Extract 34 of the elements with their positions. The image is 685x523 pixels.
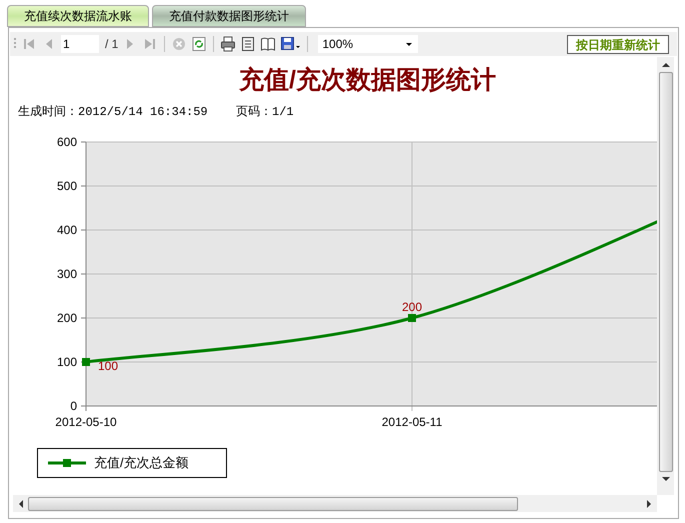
tab[interactable]: 充值续次数据流水账: [7, 5, 149, 27]
axis-label: 400: [56, 223, 77, 237]
scroll-thumb[interactable]: [658, 72, 672, 472]
data-label: 200: [402, 300, 422, 314]
tab[interactable]: 充值付款数据图形统计: [152, 5, 306, 27]
page-info: 页码：1/1: [236, 104, 294, 121]
save-icon[interactable]: [280, 36, 302, 52]
refresh-icon[interactable]: [191, 36, 208, 52]
regenerate-button[interactable]: 按日期重新统计: [567, 34, 669, 54]
scroll-right-icon[interactable]: [647, 500, 652, 508]
scroll-left-icon[interactable]: [18, 500, 23, 508]
legend-label: 充值/充次总金额: [94, 454, 189, 472]
axis-label: 0: [70, 399, 77, 413]
scroll-thumb[interactable]: [28, 496, 518, 510]
axis-label: 200: [56, 311, 77, 325]
page-setup-icon[interactable]: [240, 36, 256, 52]
scroll-up-icon[interactable]: [662, 62, 670, 67]
book-icon[interactable]: [260, 36, 276, 52]
axis-label: 600: [56, 135, 77, 149]
axis-label: 100: [56, 355, 77, 369]
data-label: 100: [98, 359, 118, 373]
axis-label: 500: [56, 179, 77, 193]
page-number-field[interactable]: 1: [61, 35, 99, 53]
axis-label: 300: [56, 267, 77, 281]
data-point: [82, 358, 90, 366]
axis-label: 2012-05-11: [382, 415, 442, 429]
report-title: 充值/充次数据图形统计: [239, 65, 496, 96]
page-count: / 1: [105, 36, 118, 53]
scroll-down-icon[interactable]: [662, 477, 670, 482]
data-point: [408, 314, 416, 322]
print-icon[interactable]: [220, 36, 236, 52]
generated-time: 生成时间：2012/5/14 16:34:59: [18, 104, 208, 121]
zoom-dropdown[interactable]: 100%: [318, 35, 418, 53]
axis-label: 2012-05-10: [55, 415, 117, 429]
